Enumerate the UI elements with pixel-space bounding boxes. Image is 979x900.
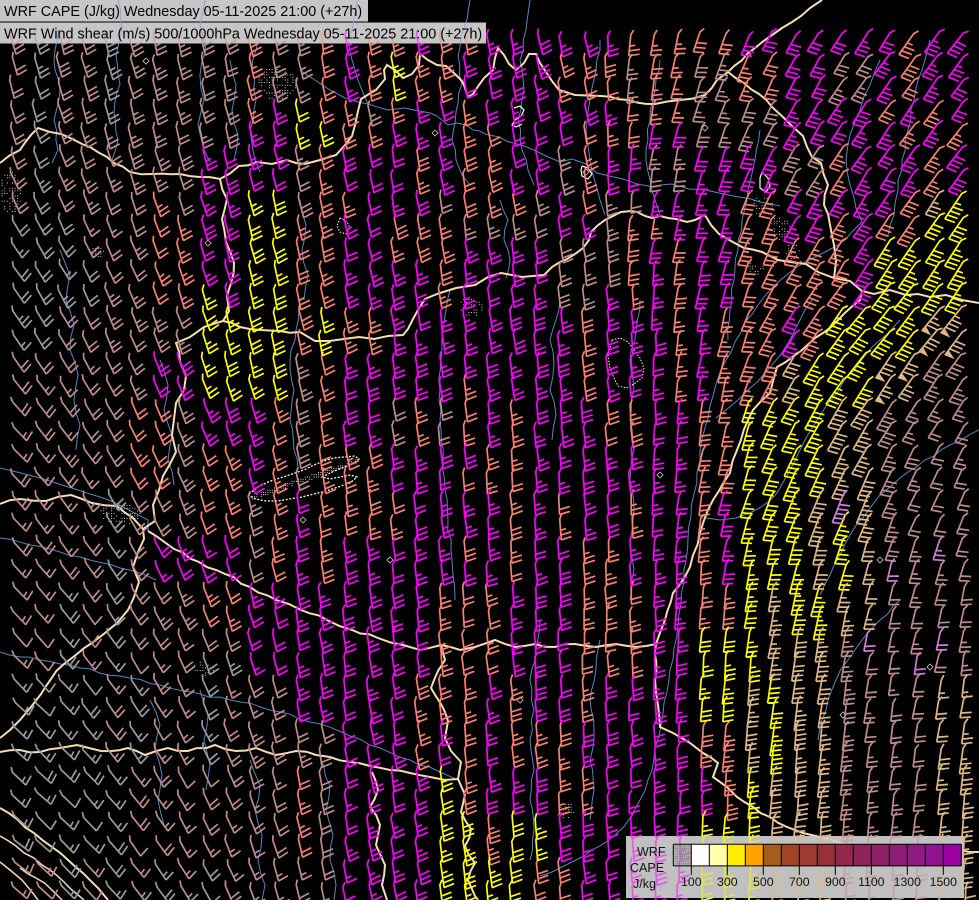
svg-text:1100: 1100 bbox=[858, 875, 885, 889]
svg-text:CAPE: CAPE bbox=[630, 861, 664, 875]
svg-text:1500: 1500 bbox=[930, 875, 958, 889]
svg-text:1300: 1300 bbox=[894, 875, 922, 889]
svg-text:100: 100 bbox=[681, 875, 702, 889]
svg-text:900: 900 bbox=[825, 875, 846, 889]
svg-text:J/kg: J/kg bbox=[633, 877, 656, 891]
svg-text:300: 300 bbox=[717, 875, 738, 889]
svg-text:WRF: WRF bbox=[637, 845, 666, 859]
svg-text:700: 700 bbox=[789, 875, 810, 889]
svg-text:WRF CAPE (J/kg) Wednesday 05-1: WRF CAPE (J/kg) Wednesday 05-11-2025 21:… bbox=[4, 4, 362, 20]
svg-text:500: 500 bbox=[753, 875, 774, 889]
svg-text:WRF Wind shear (m/s) 500/1000h: WRF Wind shear (m/s) 500/1000hPa Wednesd… bbox=[4, 27, 482, 43]
